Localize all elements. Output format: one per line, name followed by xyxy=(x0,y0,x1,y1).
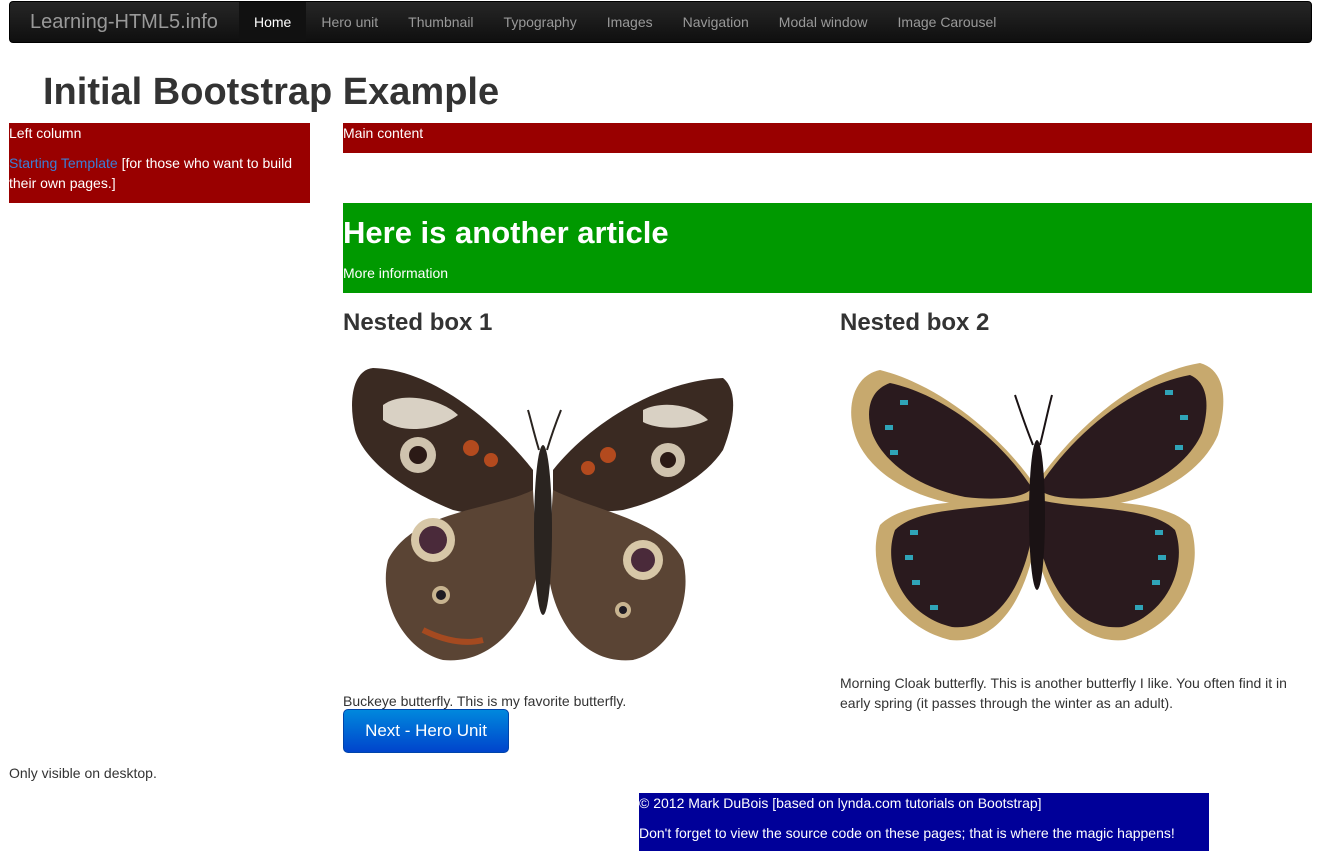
next-hero-unit-button[interactable]: Next - Hero Unit xyxy=(343,709,509,753)
starting-template-link[interactable]: Starting Template xyxy=(9,155,118,171)
article-text: More information xyxy=(343,265,449,281)
desktop-only-note: Only visible on desktop. xyxy=(9,765,157,781)
main-content-bar: Main content xyxy=(343,123,1312,153)
nav-item-thumbnail[interactable]: Thumbnail xyxy=(393,2,488,42)
nested-box-1-title: Nested box 1 xyxy=(343,309,493,336)
nested-box-2: Nested box 2 xyxy=(840,305,1312,341)
nav-item-modal-window[interactable]: Modal window xyxy=(764,2,883,42)
footer: © 2012 Mark DuBois [based on lynda.com t… xyxy=(639,793,1209,851)
nav-item-image-carousel[interactable]: Image Carousel xyxy=(883,2,1012,42)
left-column-text: Starting Template [for those who want to… xyxy=(9,153,310,193)
top-navbar: Learning-HTML5.info Home Hero unit Thumb… xyxy=(9,1,1312,43)
left-column-label: Left column xyxy=(9,125,82,141)
nested-box-2-title: Nested box 2 xyxy=(840,309,990,336)
nav-item-hero-unit[interactable]: Hero unit xyxy=(306,2,393,42)
nested-box-1: Nested box 1 xyxy=(343,305,813,341)
footer-copyright: © 2012 Mark DuBois [based on lynda.com t… xyxy=(639,795,1042,811)
nav-item-typography[interactable]: Typography xyxy=(489,2,592,42)
footer-source-note: Don't forget to view the source code on … xyxy=(639,825,1175,841)
brand-link[interactable]: Learning-HTML5.info xyxy=(30,2,218,42)
nested-box-1-caption: Buckeye butterfly. This is my favorite b… xyxy=(343,693,627,709)
main-content-label: Main content xyxy=(343,125,424,141)
article-box: Here is another article More information xyxy=(343,203,1312,293)
buckeye-butterfly-image xyxy=(352,368,734,661)
nav-item-home[interactable]: Home xyxy=(239,2,307,42)
nav-item-images[interactable]: Images xyxy=(592,2,668,42)
nav-item-navigation[interactable]: Navigation xyxy=(668,2,764,42)
left-column: Left column Starting Template [for those… xyxy=(9,123,310,203)
article-title: Here is another article xyxy=(343,215,669,250)
morning-cloak-butterfly-image xyxy=(851,363,1224,641)
page-title: Initial Bootstrap Example xyxy=(43,71,500,113)
main-nav: Home Hero unit Thumbnail Typography Imag… xyxy=(239,2,1011,42)
nested-box-2-caption: Morning Cloak butterfly. This is another… xyxy=(840,675,1287,711)
